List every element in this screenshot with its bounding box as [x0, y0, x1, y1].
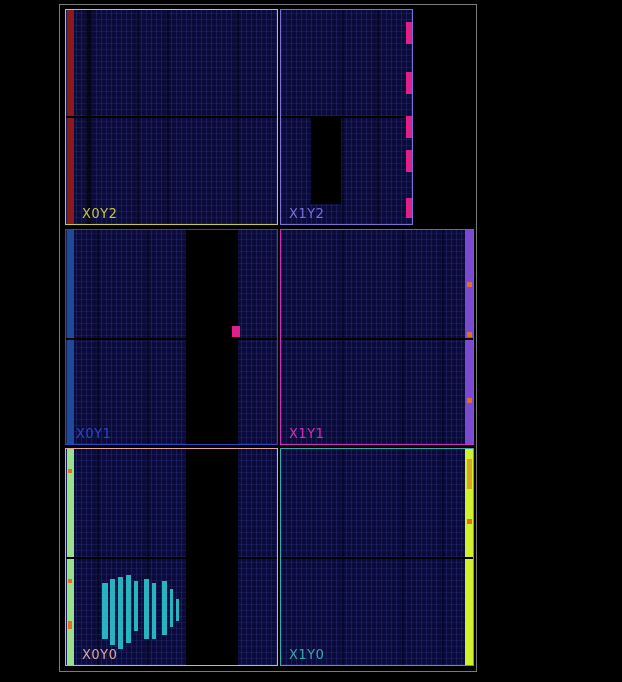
clock-region-x1y1[interactable]: X1Y1: [280, 229, 474, 445]
placed-cell[interactable]: [467, 398, 472, 403]
clock-region-x0y2[interactable]: X0Y2: [65, 9, 278, 225]
io-bank-strip: [465, 230, 473, 444]
placed-cell[interactable]: [467, 282, 472, 287]
clock-region-x0y0[interactable]: X0Y0: [65, 448, 278, 666]
region-label: X0Y0: [82, 648, 118, 663]
clock-region-x1y2[interactable]: X1Y2: [280, 9, 413, 225]
device-view[interactable]: X0Y2 X1Y2 X0Y1 X1Y1 X0Y0 X1Y0: [59, 4, 477, 672]
placed-logic-cluster[interactable]: [102, 583, 108, 639]
placed-cell[interactable]: [406, 72, 412, 94]
placed-cell[interactable]: [68, 621, 72, 629]
empty-area: [186, 449, 238, 665]
empty-area: [186, 230, 238, 444]
placed-cell[interactable]: [406, 198, 412, 218]
region-label: X1Y0: [289, 648, 325, 663]
clock-region-x0y1[interactable]: X0Y1: [65, 229, 278, 445]
placed-cell[interactable]: [68, 469, 72, 473]
clock-region-x1y0[interactable]: X1Y0: [280, 448, 474, 666]
placed-cell[interactable]: [406, 22, 412, 44]
io-bank-strip: [67, 230, 74, 444]
placed-cell[interactable]: [406, 116, 412, 138]
placed-cell[interactable]: [68, 579, 72, 583]
placed-cell[interactable]: [467, 459, 472, 489]
empty-area: [311, 116, 341, 204]
region-label: X0Y2: [82, 207, 118, 222]
placed-cell[interactable]: [232, 326, 240, 337]
placed-cell[interactable]: [467, 332, 472, 337]
placed-cell[interactable]: [467, 519, 472, 524]
region-label: X1Y1: [289, 427, 325, 442]
placed-cell[interactable]: [406, 150, 412, 172]
region-label: X0Y1: [76, 427, 112, 442]
region-label: X1Y2: [289, 207, 325, 222]
